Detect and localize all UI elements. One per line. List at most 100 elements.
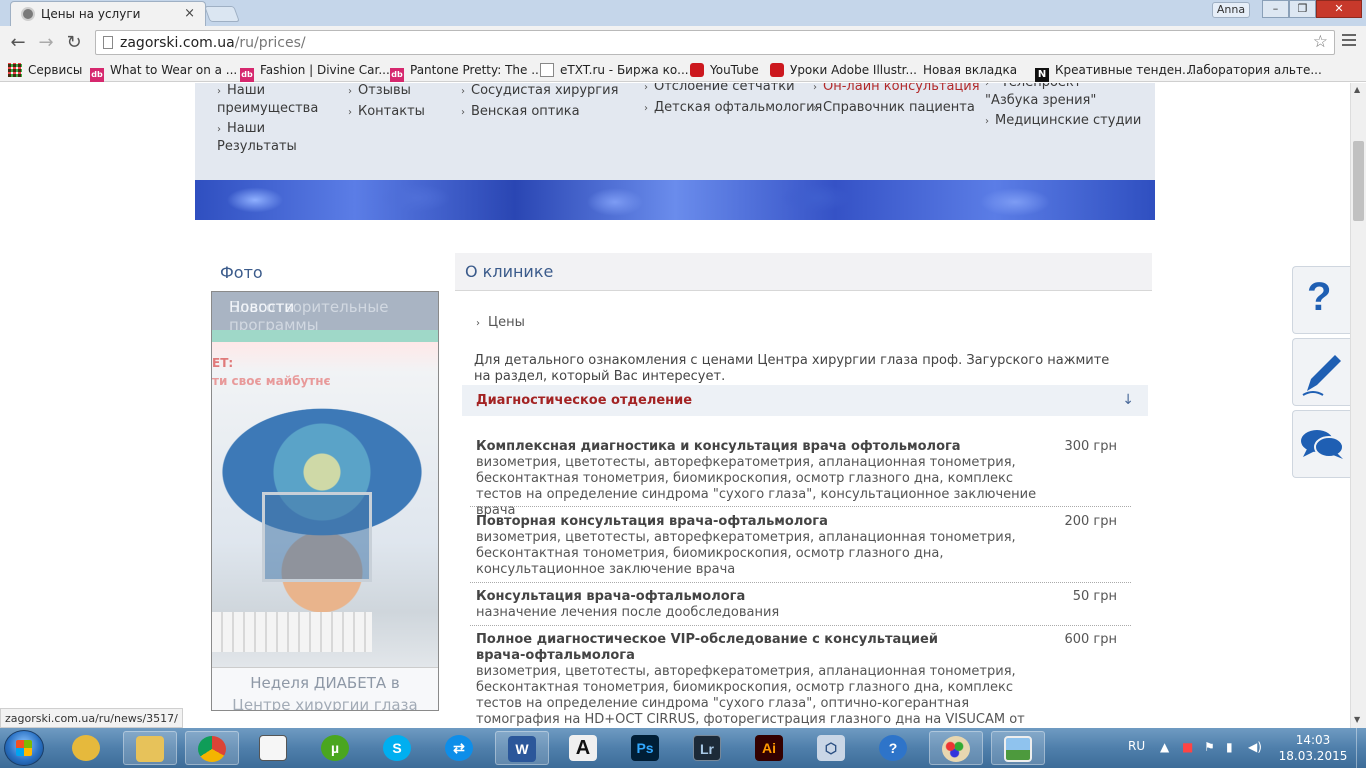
image-text: ти своє майбутнє — [212, 374, 331, 388]
scroll-thumb[interactable] — [1353, 141, 1364, 221]
browser-tab-strip: Цены на услуги × Anna – ❐ ✕ — [0, 0, 1366, 26]
section-title: Диагностическое отделение — [476, 393, 693, 408]
nav-link[interactable]: › Медицинские студии — [985, 112, 1141, 130]
taskbar-app-explorer[interactable] — [123, 731, 177, 765]
eye-globe-image[interactable]: ЕТ: ти своє майбутнє — [212, 342, 438, 667]
scroll-down-icon[interactable]: ▼ — [1354, 715, 1360, 724]
bookmark-item[interactable]: db Pantone Pretty: The ... — [390, 63, 543, 82]
network-signal-icon[interactable]: ▮ — [1226, 740, 1233, 754]
start-button[interactable] — [4, 730, 44, 766]
illustrator-icon: Ai — [755, 735, 783, 761]
teamviewer-icon: ⇄ — [445, 735, 473, 761]
chrome-menu-icon[interactable] — [1342, 34, 1356, 49]
page-scrollbar[interactable]: ▲ ▼ — [1350, 83, 1366, 728]
taskbar-app-lightroom[interactable]: Lr — [681, 731, 735, 765]
bookmark-star-icon[interactable]: ☆ — [1313, 32, 1328, 52]
bookmark-item[interactable]: YouTube — [690, 63, 759, 77]
scroll-up-icon[interactable]: ▲ — [1354, 85, 1360, 94]
skype-icon: S — [383, 735, 411, 761]
minimize-button[interactable]: – — [1262, 0, 1289, 18]
taskbar-app-utorrent[interactable]: µ — [309, 731, 363, 765]
nav-link[interactable]: › Отслоение сетчатки — [644, 83, 795, 96]
taskbar-app-help[interactable]: ? — [867, 731, 921, 765]
address-bar[interactable]: zagorski.com.ua/ru/prices/ ☆ — [95, 30, 1335, 55]
taskbar-app-font[interactable]: A — [557, 731, 611, 765]
nav-link[interactable]: ›"Телепроект "Азбука зрения" — [985, 83, 1135, 109]
arrow-down-icon[interactable]: ↓ — [1122, 392, 1134, 408]
dd-icon: db — [240, 68, 254, 82]
taskbar-app-skype[interactable]: S — [371, 731, 425, 765]
word-icon: W — [508, 736, 536, 762]
nav-link[interactable]: › Отзывы — [348, 83, 411, 100]
nav-link[interactable]: › Венская оптика — [461, 103, 580, 121]
taskbar-app-chrome[interactable] — [185, 731, 239, 765]
taskbar-app-word[interactable]: W — [495, 731, 549, 765]
taskbar-app-paint[interactable] — [929, 731, 983, 765]
language-indicator[interactable]: RU — [1128, 739, 1145, 753]
bookmark-item[interactable]: db Fashion | Divine Car... — [240, 63, 390, 82]
write-button[interactable] — [1292, 338, 1350, 406]
bookmark-item[interactable]: N Креативные тенден... — [1035, 63, 1193, 82]
price-value: 200 грн — [1064, 514, 1117, 529]
slideshow-accent-bar — [212, 330, 438, 342]
back-arrow-icon[interactable]: ← — [8, 32, 28, 53]
intro-text: Для детального ознакомления с ценами Цен… — [474, 353, 1110, 384]
status-bubble: zagorski.com.ua/ru/news/3517/ — [0, 708, 183, 728]
chat-button[interactable] — [1292, 410, 1350, 478]
taskbar-app-illustrator[interactable]: Ai — [743, 731, 797, 765]
taskbar-app-bird[interactable] — [60, 731, 114, 765]
forward-arrow-icon[interactable]: → — [36, 32, 56, 53]
tab-close-icon[interactable]: × — [184, 6, 195, 21]
maximize-button[interactable]: ❐ — [1289, 0, 1316, 18]
taskbar-app-photoshop[interactable]: Ps — [619, 731, 673, 765]
url-text[interactable]: zagorski.com.ua/ru/prices/ — [120, 35, 306, 51]
slideshow-caption[interactable]: Неделя ДИАБЕТА в Центре хирургии глаза — [212, 667, 438, 710]
bookmark-item[interactable]: Лаборатория альте... — [1187, 63, 1322, 160]
bookmark-item[interactable]: db What to Wear on a ... — [90, 63, 237, 82]
pen-write-icon — [1302, 355, 1341, 396]
system-clock[interactable]: 14:03 18.03.2015 — [1278, 732, 1348, 764]
bookmark-item[interactable]: Новая вкладка — [923, 63, 1017, 160]
taskbar-app-photo-viewer[interactable] — [991, 731, 1045, 765]
taskbar-app-teamviewer[interactable]: ⇄ — [433, 731, 487, 765]
bookmark-item[interactable]: Сервисы — [8, 63, 82, 77]
font-app-icon: A — [569, 735, 597, 761]
taskbar-app-notepad[interactable] — [247, 731, 301, 765]
nav-link[interactable]: › Справочник пациента — [813, 99, 975, 117]
help-button[interactable]: ? — [1292, 266, 1350, 334]
bookmark-item[interactable]: Уроки Adobe Illustr... — [770, 63, 917, 77]
paint-palette-icon — [942, 736, 970, 762]
nav-link[interactable]: › Наши преимущества — [217, 83, 337, 117]
new-tab-button[interactable] — [204, 6, 240, 22]
bookmark-item[interactable]: eTXT.ru - Биржа ко... — [540, 63, 689, 77]
section-toggle-diagnostics[interactable]: Диагностическое отделение ↓ — [462, 385, 1148, 416]
show-desktop-button[interactable] — [1356, 728, 1366, 768]
price-value: 600 грн — [1064, 632, 1117, 647]
slideshow-tab-charity[interactable]: Благотворительные программы — [229, 298, 438, 334]
tray-expand-icon[interactable]: ▲ — [1160, 740, 1169, 754]
windows-logo-icon — [16, 740, 32, 756]
nav-link[interactable]: › Контакты — [348, 103, 425, 121]
apps-grid-icon — [8, 63, 22, 77]
photoshop-icon: Ps — [631, 735, 659, 761]
news-slideshow[interactable]: Новости Благотворительные программы ЕТ: … — [211, 291, 439, 711]
action-center-flag-icon[interactable]: ⚑ — [1204, 740, 1215, 754]
price-value: 300 грн — [1064, 439, 1117, 454]
tray-app-icon[interactable]: ■ — [1182, 740, 1193, 754]
sidebar-title: Фото — [220, 263, 263, 282]
profile-button[interactable]: Anna — [1212, 2, 1250, 18]
taskbar-app-virtualbox[interactable]: ⬡ — [805, 731, 859, 765]
nav-link-online-consultation[interactable]: › Он-лайн консультация — [813, 83, 980, 96]
breadcrumb[interactable]: › Цены — [476, 315, 525, 330]
reload-icon[interactable]: ↻ — [64, 32, 84, 53]
browser-tab-active[interactable]: Цены на услуги × — [10, 1, 206, 26]
nav-link[interactable]: › Детская офтальмология — [644, 99, 822, 117]
youtube-icon — [770, 63, 784, 77]
volume-icon[interactable]: ◀) — [1248, 740, 1262, 754]
nav-link[interactable]: › Сосудистая хирургия — [461, 83, 618, 100]
monitor-image — [262, 492, 372, 582]
clock-time: 14:03 — [1295, 733, 1331, 747]
page-title: О клинике — [465, 262, 554, 281]
nav-link[interactable]: › Наши Результаты — [217, 120, 337, 155]
close-window-button[interactable]: ✕ — [1316, 0, 1362, 18]
